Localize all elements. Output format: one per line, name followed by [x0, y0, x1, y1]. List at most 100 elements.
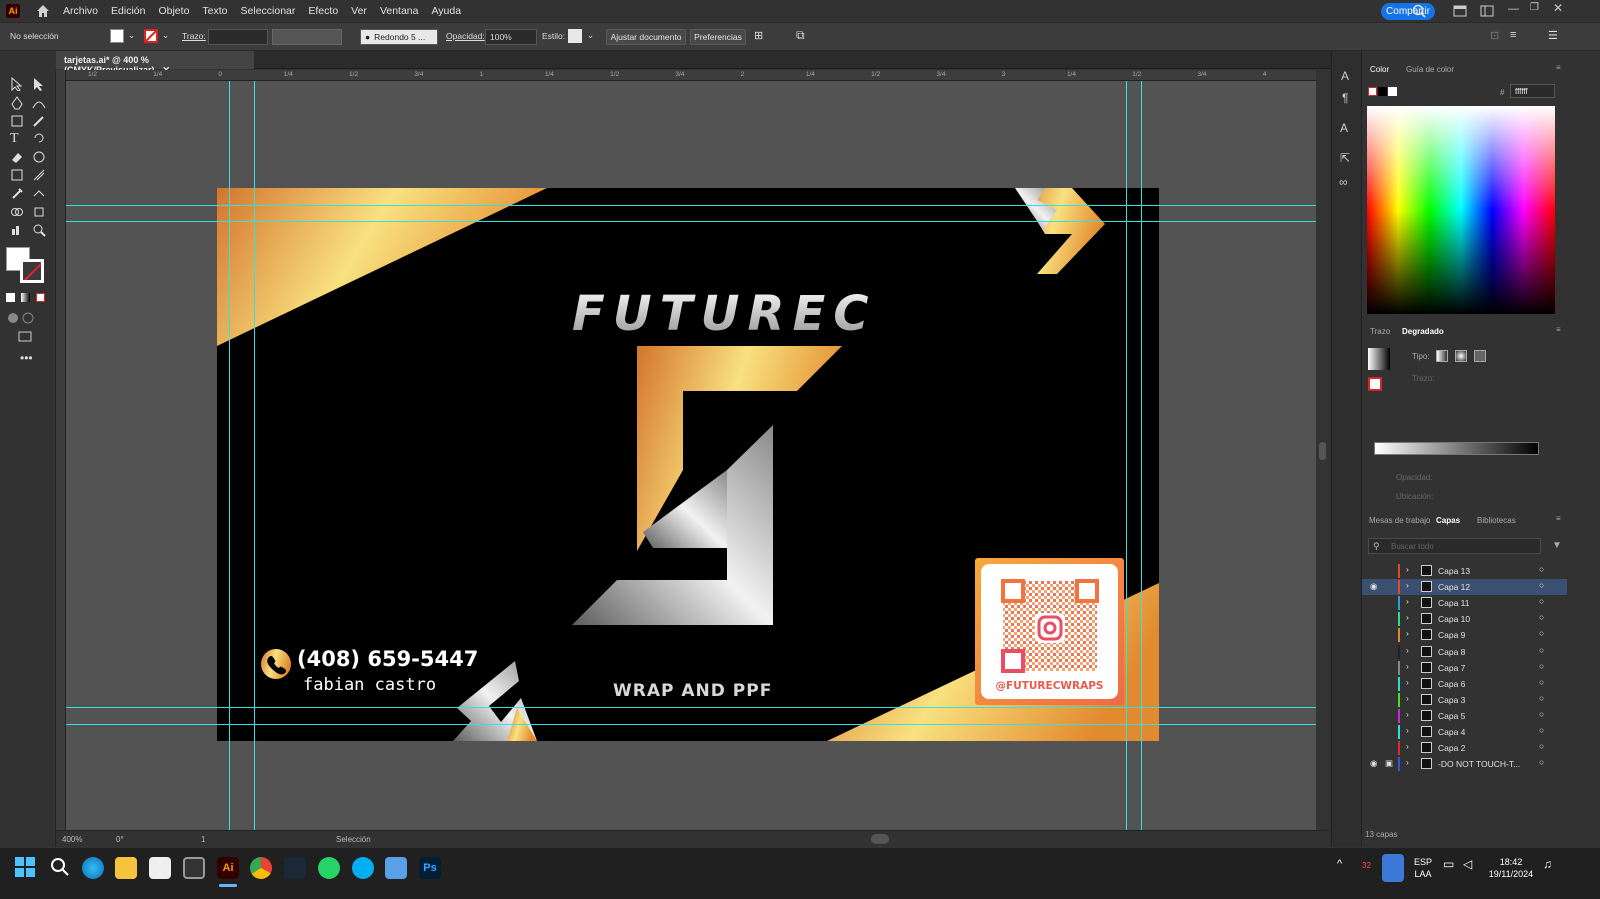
zoom-tool-icon[interactable]: [32, 223, 46, 237]
expand-chevron-icon[interactable]: ›: [1406, 612, 1409, 622]
radial-gradient-icon[interactable]: [1455, 350, 1467, 362]
variable-width-profile[interactable]: [272, 29, 342, 45]
layer-name[interactable]: Capa 4: [1438, 727, 1465, 737]
target-circle-icon[interactable]: ○: [1539, 596, 1544, 606]
notification-bell-icon[interactable]: ♫: [1543, 858, 1552, 870]
file-explorer-icon[interactable]: [115, 857, 137, 879]
direct-selection-tool-icon[interactable]: [32, 77, 46, 91]
clock[interactable]: 18:42 19/11/2024: [1483, 856, 1539, 880]
chrome-icon[interactable]: [250, 857, 272, 879]
paragraph-icon[interactable]: ¶: [1342, 91, 1348, 105]
layer-name[interactable]: Capa 6: [1438, 679, 1465, 689]
vertical-ruler[interactable]: [56, 70, 66, 830]
target-circle-icon[interactable]: ○: [1539, 645, 1544, 655]
expand-chevron-icon[interactable]: ›: [1406, 741, 1409, 751]
layer-name[interactable]: Capa 7: [1438, 663, 1465, 673]
warp-tool-icon[interactable]: [32, 150, 46, 164]
illustrator-taskbar-icon[interactable]: Ai: [217, 857, 239, 879]
layer-row[interactable]: › Capa 8 ○: [1362, 644, 1567, 660]
opentype-icon[interactable]: A: [1340, 121, 1348, 135]
expand-chevron-icon[interactable]: ›: [1406, 580, 1409, 590]
freeform-gradient-icon[interactable]: [1474, 350, 1486, 362]
search-icon[interactable]: [1412, 4, 1426, 18]
eraser-tool-icon[interactable]: [10, 150, 24, 164]
expand-chevron-icon[interactable]: ›: [1406, 693, 1409, 703]
layer-row[interactable]: › Capa 9 ○: [1362, 627, 1567, 643]
links-icon[interactable]: ∞: [1339, 175, 1348, 189]
layer-name[interactable]: Capa 9: [1438, 630, 1465, 640]
minimize-icon[interactable]: —: [1508, 3, 1519, 15]
screen-mode-icon[interactable]: [18, 329, 32, 343]
layer-row[interactable]: › Capa 13 ○: [1362, 563, 1567, 579]
expand-chevron-icon[interactable]: ›: [1406, 677, 1409, 687]
layer-row[interactable]: › Capa 11 ○: [1362, 595, 1567, 611]
graph-tool-icon[interactable]: [10, 223, 24, 237]
volume-icon[interactable]: ◁: [1463, 858, 1472, 870]
layer-row[interactable]: › Capa 6 ○: [1362, 676, 1567, 692]
fill-swatch[interactable]: [110, 29, 124, 43]
zoom-level[interactable]: 400%: [62, 835, 82, 844]
target-circle-icon[interactable]: ○: [1539, 725, 1544, 735]
gradient-stroke-swatch[interactable]: [1368, 377, 1382, 391]
document-tab[interactable]: tarjetas.ai* @ 400 % (CMYK/Previsualizar…: [56, 51, 254, 75]
target-circle-icon[interactable]: ○: [1539, 709, 1544, 719]
tab-color-guide[interactable]: Guía de color: [1406, 65, 1454, 74]
target-circle-icon[interactable]: ○: [1539, 741, 1544, 751]
eyedropper-tool-icon[interactable]: [10, 186, 24, 200]
menu-toggle-icon[interactable]: ≡: [1510, 29, 1516, 41]
black-swatch[interactable]: [1378, 87, 1387, 96]
draw-behind-icon[interactable]: [21, 311, 35, 325]
white-swatch[interactable]: [1388, 87, 1397, 96]
edge-icon[interactable]: [82, 857, 104, 879]
target-circle-icon[interactable]: ○: [1539, 628, 1544, 638]
panel-options-icon[interactable]: ☰: [1548, 29, 1558, 42]
gradient-mode-icon[interactable]: [21, 293, 30, 302]
layer-row[interactable]: › Capa 3 ○: [1362, 692, 1567, 708]
workspace-icon[interactable]: [1453, 5, 1467, 17]
layer-search[interactable]: ⚲ Buscar todo: [1368, 538, 1541, 554]
steam-icon[interactable]: [284, 857, 306, 879]
brush-tool-icon[interactable]: [32, 114, 46, 128]
curvature-tool-icon[interactable]: [32, 96, 46, 110]
close-icon[interactable]: ✕: [1553, 1, 1563, 15]
menu-efecto[interactable]: Efecto: [308, 5, 338, 17]
export-icon[interactable]: ⇱: [1340, 151, 1350, 165]
layer-row[interactable]: › Capa 4 ○: [1362, 724, 1567, 740]
color-spectrum[interactable]: [1367, 106, 1555, 314]
layer-name[interactable]: -DO NOT TOUCH-T...: [1438, 759, 1520, 769]
expand-chevron-icon[interactable]: ›: [1406, 596, 1409, 606]
chevron-down-icon[interactable]: ⌄: [162, 30, 169, 41]
expand-chevron-icon[interactable]: ›: [1406, 757, 1409, 767]
visibility-eye-icon[interactable]: ◉: [1370, 581, 1377, 592]
rotate-value[interactable]: 0°: [116, 835, 124, 844]
layer-name[interactable]: Capa 10: [1438, 614, 1470, 624]
panel-menu-icon[interactable]: ≡: [1556, 514, 1561, 523]
opacity-field[interactable]: 100%: [485, 29, 537, 45]
guide-line[interactable]: [1126, 81, 1127, 830]
tab-stroke[interactable]: Trazo: [1370, 327, 1390, 336]
preferences-button[interactable]: Preferencias: [690, 29, 746, 45]
tab-gradient[interactable]: Degradado: [1402, 327, 1444, 336]
windows-start-icon[interactable]: [15, 857, 35, 877]
skype-icon[interactable]: [352, 857, 374, 879]
network-icon[interactable]: ▭: [1443, 858, 1454, 870]
menu-ver[interactable]: Ver: [351, 5, 367, 17]
menu-ayuda[interactable]: Ayuda: [431, 5, 461, 17]
transform-icon[interactable]: ⊡: [1490, 29, 1499, 42]
chevron-down-icon[interactable]: ⌄: [587, 30, 594, 41]
rotate-tool-icon[interactable]: [32, 131, 46, 145]
target-circle-icon[interactable]: ○: [1539, 661, 1544, 671]
rectangle-tool-icon[interactable]: [10, 114, 24, 128]
menu-seleccionar[interactable]: Seleccionar: [241, 5, 296, 17]
guide-line[interactable]: [254, 81, 255, 830]
menu-texto[interactable]: Texto: [202, 5, 227, 17]
layer-row[interactable]: ◉ ▣ › -DO NOT TOUCH-T... ○: [1362, 756, 1567, 772]
expand-chevron-icon[interactable]: ›: [1406, 725, 1409, 735]
menu-archivo[interactable]: Archivo: [63, 5, 98, 17]
tab-artboards[interactable]: Mesas de trabajo: [1369, 516, 1430, 525]
expand-chevron-icon[interactable]: ›: [1406, 709, 1409, 719]
layer-row[interactable]: › Capa 7 ○: [1362, 660, 1567, 676]
gradient-tool-icon[interactable]: [10, 168, 24, 182]
tab-layers[interactable]: Capas: [1436, 516, 1460, 525]
none-mode-icon[interactable]: [36, 293, 45, 302]
